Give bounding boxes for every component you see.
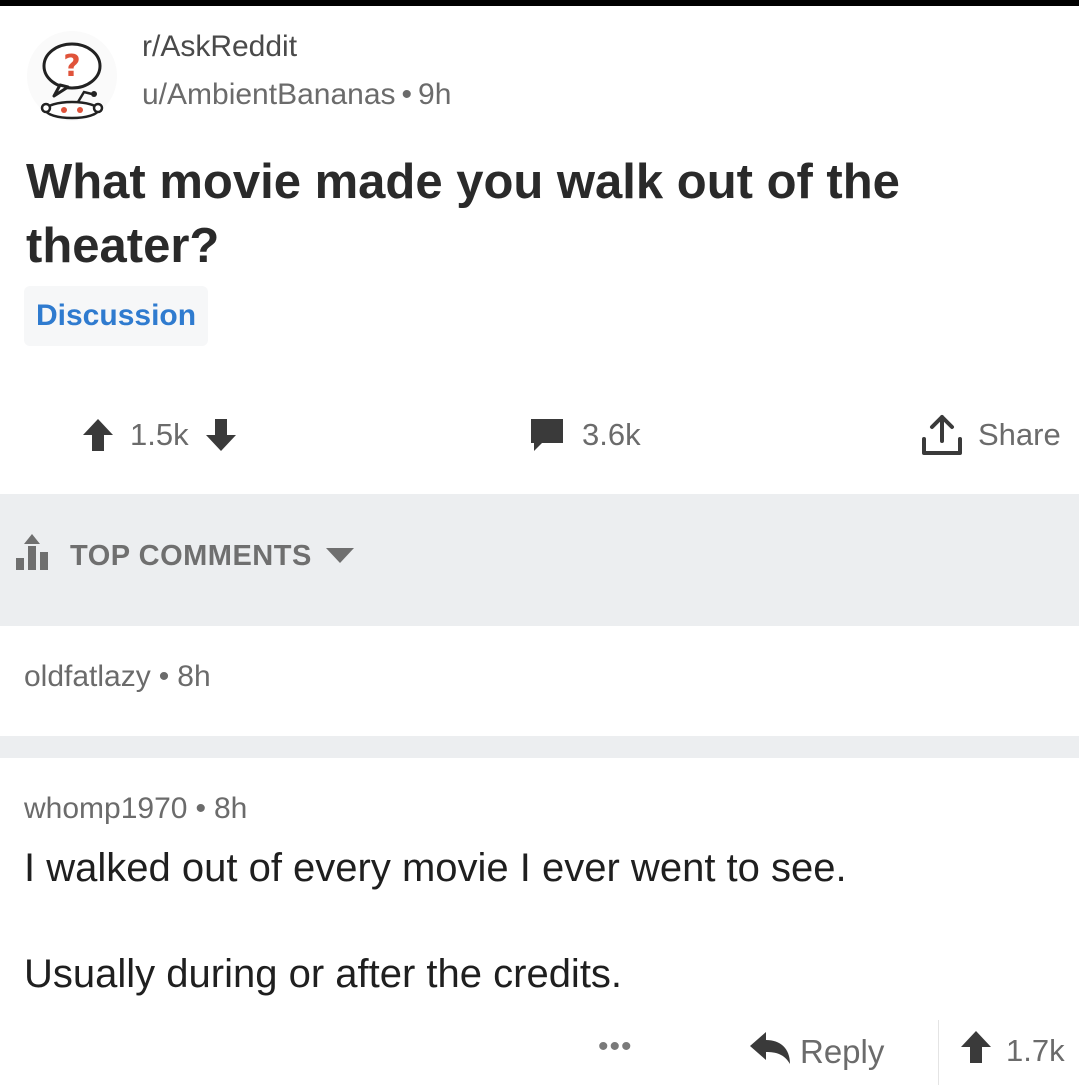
meta-separator: •: [401, 78, 413, 111]
comment-age: 8h: [177, 660, 211, 693]
post-age: 9h: [418, 78, 452, 111]
share-label: Share: [978, 417, 1061, 452]
downvote-icon[interactable]: [205, 418, 237, 452]
sort-selector[interactable]: TOP COMMENTS: [14, 534, 356, 578]
reply-icon: [748, 1030, 792, 1074]
post-author[interactable]: u/AmbientBananas: [142, 78, 396, 111]
caret-down-icon: [324, 540, 356, 573]
sort-icon: [14, 532, 58, 580]
sort-label: TOP COMMENTS: [70, 539, 312, 572]
upvote-icon[interactable]: [82, 418, 114, 452]
post-title[interactable]: What movie made you walk out of the thea…: [26, 150, 1056, 278]
share-button[interactable]: Share: [920, 405, 1061, 465]
post-action-bar: 1.5k 3.6k Share: [0, 405, 1079, 465]
reply-label: Reply: [800, 1033, 885, 1070]
meta-separator: •: [158, 660, 170, 693]
post-flair[interactable]: Discussion: [24, 286, 209, 346]
reply-button[interactable]: Reply: [748, 1030, 884, 1074]
comment-age: 8h: [213, 792, 248, 825]
comment-author[interactable]: oldfatlazy: [24, 660, 151, 693]
comment-vote-control: 1.7k: [960, 1030, 1079, 1072]
comment-body-line: I walked out of every movie I ever went …: [24, 846, 847, 890]
comment-body-line: Usually during or after the credits.: [24, 952, 623, 996]
top-border: [0, 0, 1079, 6]
comment-icon: [528, 417, 566, 453]
comments-button[interactable]: 3.6k: [528, 405, 641, 465]
share-icon: [920, 413, 964, 457]
comment-count: 3.6k: [582, 417, 641, 452]
upvote-count: 1.5k: [130, 417, 189, 452]
comment-vote-count: 1.7k: [1006, 1033, 1065, 1068]
svg-text:?: ?: [63, 49, 80, 84]
comment-author[interactable]: whomp1970: [24, 792, 187, 825]
vote-control: 1.5k: [82, 405, 237, 465]
comment-sort-bar: TOP COMMENTS: [0, 494, 1079, 626]
post-meta: u/AmbientBananas • 9h: [142, 78, 451, 112]
comment-meta[interactable]: oldfatlazy • 8h: [24, 660, 211, 694]
askreddit-snoo-icon[interactable]: ?: [26, 30, 118, 122]
more-options-button[interactable]: •••: [598, 1030, 633, 1064]
subreddit-name[interactable]: r/AskReddit: [142, 30, 297, 64]
action-separator: [938, 1020, 939, 1085]
meta-separator: •: [195, 792, 206, 825]
upvote-icon[interactable]: [960, 1030, 992, 1072]
comment-meta[interactable]: whomp1970 • 8h: [24, 792, 247, 826]
comment-action-bar: ••• Reply 1.7k: [0, 1020, 1079, 1085]
comment-divider: [0, 736, 1079, 758]
